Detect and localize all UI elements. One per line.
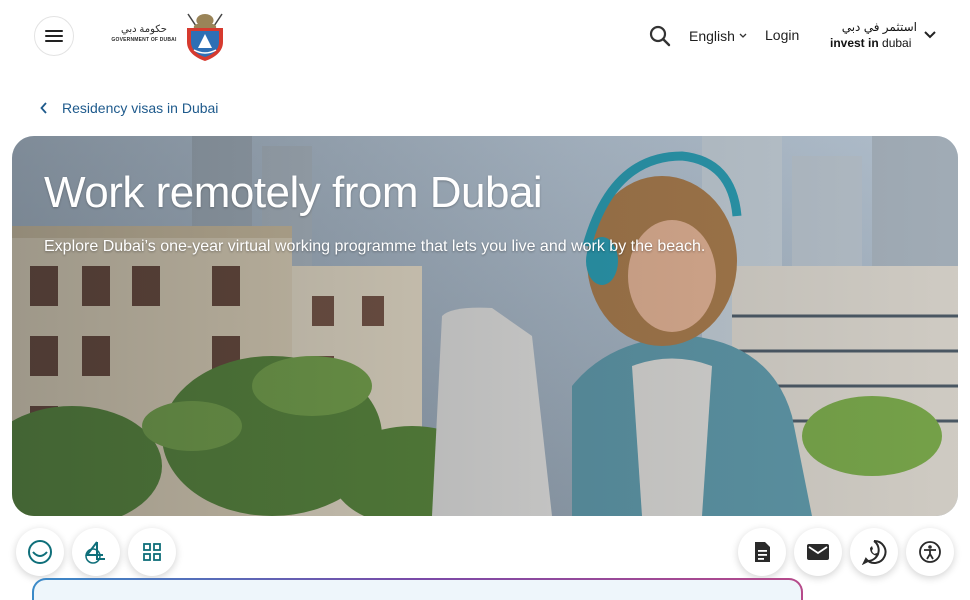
chevron-down-icon [739,33,747,38]
chevron-down-icon [924,31,936,39]
dubai-emblem-icon [187,13,223,61]
mail-button[interactable] [794,528,842,576]
search-button[interactable] [646,22,674,50]
search-icon [649,25,671,47]
accessibility-button[interactable] [906,528,954,576]
invest-logo-arabic: استثمر في دبي [841,20,917,34]
whatsapp-button[interactable] [850,528,898,576]
gov-logo-english: GOVERNMENT OF DUBAI [111,37,177,43]
happiness-meter-icon [28,540,52,564]
mail-icon [807,544,829,560]
invest-logo-english: invest in dubai [830,36,911,50]
dubai-app-icon [84,541,105,564]
site-header: حكومة دبي GOVERNMENT OF DUBAI English Lo… [0,0,970,72]
invest-logo-english-bold: invest in [830,36,879,50]
hero-title: Work remotely from Dubai [44,168,543,217]
hero-banner: Work remotely from Dubai Explore Dubai’s… [12,136,958,516]
document-icon [755,542,770,562]
login-link[interactable]: Login [765,27,799,43]
page: حكومة دبي GOVERNMENT OF DUBAI English Lo… [0,0,970,600]
hero-subtitle: Explore Dubai’s one-year virtual working… [44,238,706,255]
accessibility-icon [919,541,941,563]
content-card [32,578,803,600]
happiness-meter-button[interactable] [16,528,64,576]
chevron-left-icon [40,102,50,114]
language-label: English [689,28,735,44]
whatsapp-icon [861,539,887,565]
gov-logo-arabic: حكومة دبي [121,24,167,35]
language-selector[interactable]: English [689,27,747,45]
document-button[interactable] [738,528,786,576]
government-of-dubai-logo[interactable]: حكومة دبي GOVERNMENT OF DUBAI [108,10,230,62]
menu-button[interactable] [34,16,74,56]
gov-logo-text: حكومة دبي GOVERNMENT OF DUBAI [108,24,180,44]
breadcrumb-back-link[interactable]: Residency visas in Dubai [40,98,218,118]
apps-grid-icon [143,543,161,561]
apps-grid-button[interactable] [128,528,176,576]
dubai-app-button[interactable] [72,528,120,576]
invest-in-dubai-logo[interactable]: استثمر في دبي invest in dubai [829,20,939,54]
hamburger-menu-icon [45,30,63,42]
invest-logo-english-rest: dubai [882,36,912,50]
breadcrumb-label: Residency visas in Dubai [62,100,219,116]
